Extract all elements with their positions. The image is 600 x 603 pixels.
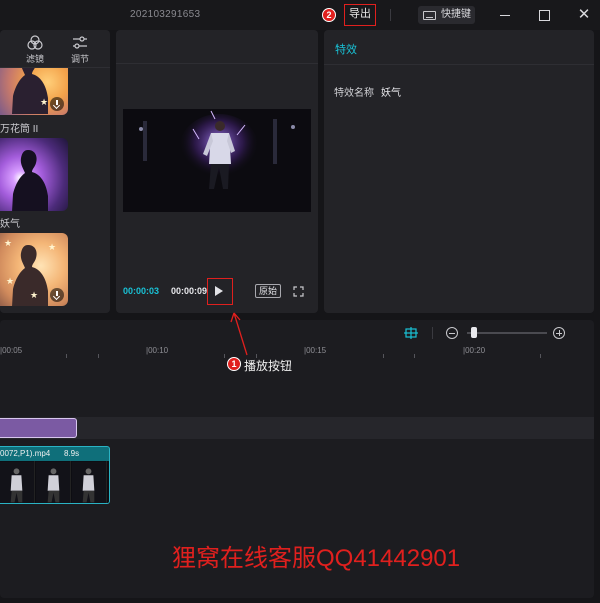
zoom-slider[interactable] xyxy=(467,332,547,334)
fullscreen-icon[interactable] xyxy=(293,286,304,297)
video-preview[interactable] xyxy=(123,109,311,212)
tab-adjust-label: 调节 xyxy=(70,54,89,64)
annotation-arrow xyxy=(230,312,248,356)
ruler-tick xyxy=(98,354,99,358)
maximize-button[interactable] xyxy=(535,6,553,24)
time-ruler[interactable]: |00:05 |00:10 |00:15 |00:20 xyxy=(0,346,594,358)
shortcut-button[interactable]: 快捷键 xyxy=(418,6,475,24)
effect-name-key: 特效名称 xyxy=(334,88,374,99)
filmstrip-frame-image xyxy=(72,461,107,503)
ruler-tick-label: |00:10 xyxy=(146,346,169,355)
filter-icon xyxy=(27,35,43,50)
effect-label-demon-aura: 妖气 xyxy=(0,219,20,230)
clip-filename: 0072,P1).mp4 xyxy=(0,449,51,458)
download-icon[interactable] xyxy=(50,288,64,302)
effect-thumbnail-demon-aura[interactable] xyxy=(0,138,68,211)
annotation-marker-1: 1 xyxy=(227,357,241,371)
play-button-annotation: 播放按钮 xyxy=(244,359,293,373)
shortcut-label: 快捷键 xyxy=(441,9,471,20)
title-bar: 202103291653 2 导出 快捷键 ✕ xyxy=(0,0,600,30)
zoom-out-icon[interactable] xyxy=(446,327,458,339)
sparkle-star: ★ xyxy=(30,290,39,300)
ruler-tick-label: |00:05 xyxy=(0,346,23,355)
ruler-tick-label: |00:20 xyxy=(463,346,486,355)
close-button[interactable]: ✕ xyxy=(575,6,593,24)
ruler-tick xyxy=(540,354,541,358)
player-header xyxy=(116,30,318,64)
clip-filmstrip xyxy=(0,461,109,503)
ruler-tick xyxy=(66,354,67,358)
sparkle-star: ★ xyxy=(48,242,57,252)
ruler-tick-label: |00:15 xyxy=(304,346,327,355)
effect-label-stars: 星星 xyxy=(0,310,20,313)
effect-label-kaleidoscope: 万花筒 II xyxy=(0,124,39,135)
annotation-marker-2: 2 xyxy=(322,8,336,22)
ruler-tick xyxy=(383,354,384,358)
timeline-toolbar xyxy=(0,320,594,346)
person-silhouette-image xyxy=(12,68,48,114)
video-clip[interactable]: 0072,P1).mp4 8.9s xyxy=(0,446,110,504)
title-divider xyxy=(390,9,391,21)
effect-track xyxy=(0,417,594,439)
ruler-tick xyxy=(414,354,415,358)
snap-magnet-icon[interactable] xyxy=(404,327,418,339)
tab-filter-label: 滤镜 xyxy=(25,54,44,64)
sparkle-star: ★ xyxy=(40,97,49,107)
adjust-sliders-icon xyxy=(73,36,87,49)
filmstrip-frame-image xyxy=(0,461,35,503)
minimize-button[interactable] xyxy=(496,6,514,24)
effect-clip[interactable] xyxy=(0,418,77,438)
zoom-in-icon[interactable] xyxy=(553,327,565,339)
tab-filter[interactable]: 滤镜 xyxy=(17,32,53,66)
aspect-ratio-button[interactable]: 原始 xyxy=(255,284,281,298)
play-button[interactable] xyxy=(207,278,233,305)
toolbar-divider xyxy=(432,327,433,339)
effect-name-value: 妖气 xyxy=(381,88,401,99)
clip-duration: 8.9s xyxy=(64,449,80,458)
effect-thumbnail-kaleidoscope[interactable]: ★ xyxy=(0,68,68,115)
download-icon[interactable] xyxy=(50,97,64,111)
effect-thumbnail-stars[interactable]: ★ ★ ★ ★ xyxy=(0,233,68,306)
effects-library-panel: 滤镜 调节 ★ 万花筒 II 妖气 ★ ★ ★ ★ 星星 xyxy=(0,30,110,313)
current-time: 00:00:03 xyxy=(123,286,160,296)
total-duration: 00:00:09 xyxy=(171,286,208,296)
zoom-slider-handle[interactable] xyxy=(471,327,477,338)
tab-adjust[interactable]: 调节 xyxy=(62,32,98,66)
watermark-text: 狸窝在线客服QQ41442901 xyxy=(172,545,461,572)
sparkle-star: ★ xyxy=(4,238,13,248)
player-panel: 00:00:03 00:00:09 原始 xyxy=(116,30,318,313)
filmstrip-frame-image xyxy=(36,461,71,503)
sparkle-star: ★ xyxy=(6,276,15,286)
person-silhouette-image xyxy=(12,150,48,211)
properties-panel: 特效 特效名称 妖气 xyxy=(324,30,594,313)
keyboard-icon xyxy=(423,11,436,20)
video-frame-image xyxy=(123,109,311,212)
export-button[interactable]: 导出 xyxy=(344,4,376,26)
panel-divider xyxy=(324,64,594,65)
project-title: 202103291653 xyxy=(130,9,201,20)
properties-tab-effect[interactable]: 特效 xyxy=(335,41,357,57)
